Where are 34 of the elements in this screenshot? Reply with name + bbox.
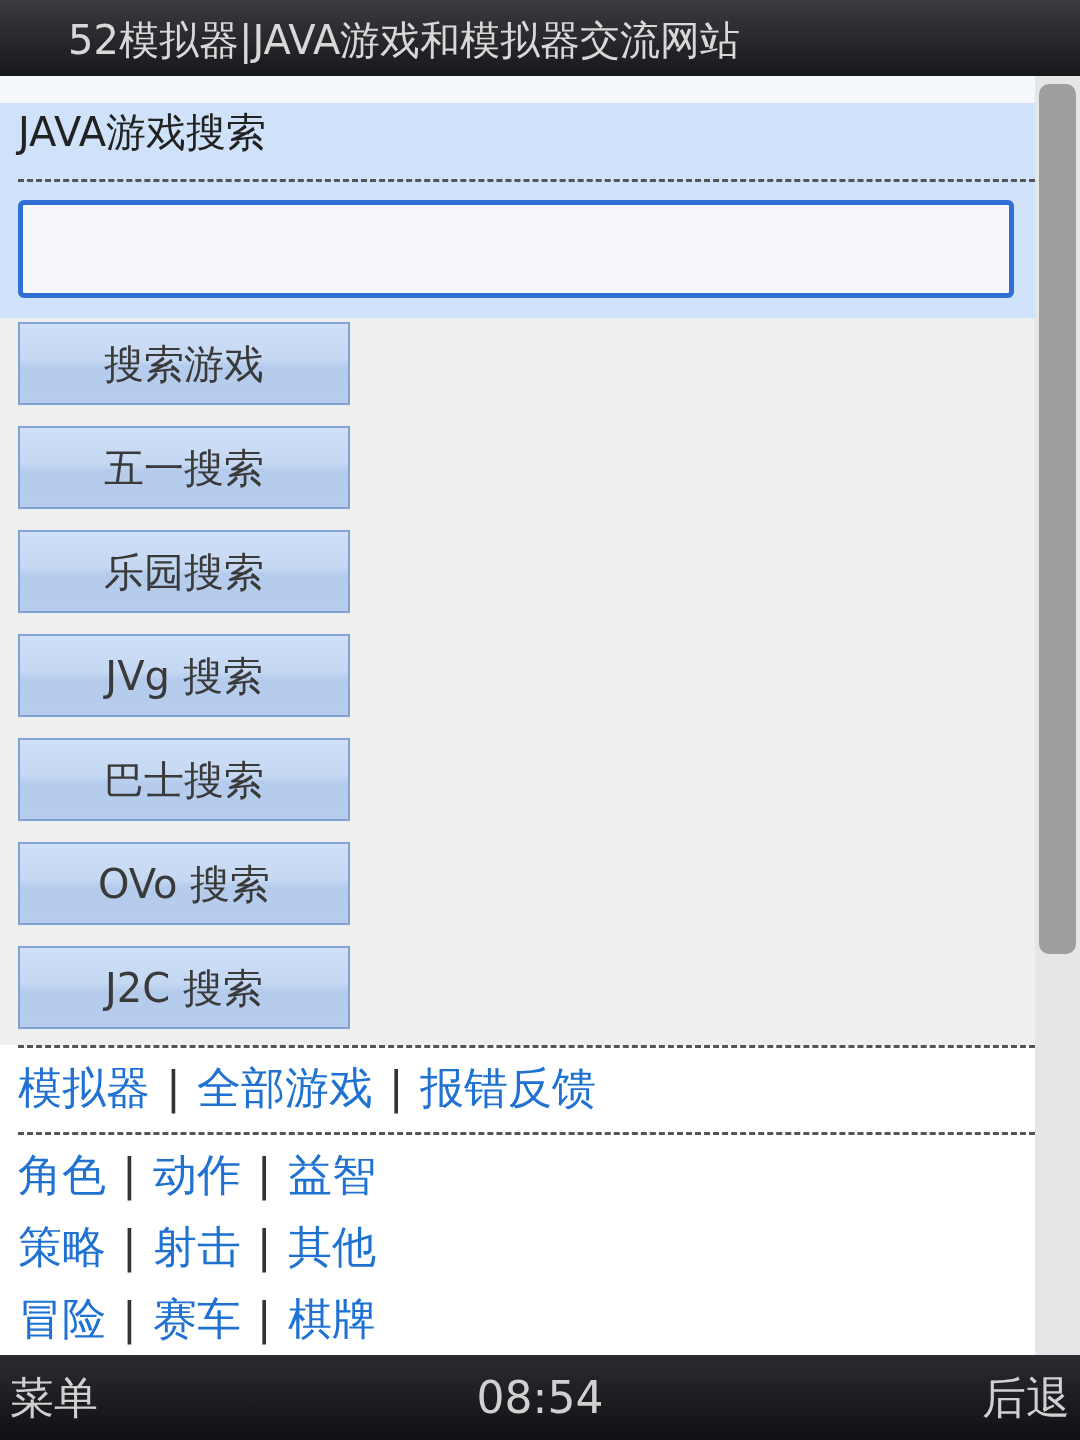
nav-link[interactable]: 模拟器 bbox=[18, 1052, 150, 1124]
separator: | bbox=[256, 1220, 272, 1275]
search-button[interactable]: 巴士搜索 bbox=[18, 738, 350, 821]
nav-link[interactable]: 棋牌 bbox=[287, 1283, 376, 1355]
nav-link[interactable]: 角色 bbox=[18, 1139, 106, 1211]
separator: | bbox=[166, 1061, 181, 1116]
search-button[interactable]: OVo 搜索 bbox=[18, 842, 350, 925]
nav-link[interactable]: 益智 bbox=[287, 1139, 376, 1211]
nav-link[interactable]: 策略 bbox=[18, 1211, 106, 1283]
nav-link[interactable]: 赛车 bbox=[152, 1283, 241, 1355]
search-button[interactable]: 搜索游戏 bbox=[18, 322, 350, 405]
nav-link[interactable]: 射击 bbox=[152, 1211, 241, 1283]
clock: 08:54 bbox=[476, 1370, 604, 1425]
search-field[interactable] bbox=[18, 200, 1014, 298]
separator: | bbox=[122, 1220, 137, 1275]
separator: | bbox=[388, 1061, 404, 1116]
separator: | bbox=[256, 1148, 272, 1203]
search-button[interactable]: J2C 搜索 bbox=[18, 946, 350, 1029]
section-title: JAVA游戏搜索 bbox=[18, 108, 268, 157]
nav-link[interactable]: 其他 bbox=[287, 1211, 376, 1283]
separator: | bbox=[256, 1292, 272, 1347]
search-button[interactable]: 乐园搜索 bbox=[18, 530, 350, 613]
window-title: 52模拟器|JAVA游戏和模拟器交流网站 bbox=[68, 17, 741, 63]
separator: | bbox=[122, 1292, 137, 1347]
search-button[interactable]: JVg 搜索 bbox=[18, 634, 350, 717]
menu-softkey[interactable]: 菜单 bbox=[10, 1364, 98, 1431]
nav-link[interactable]: 冒险 bbox=[18, 1283, 106, 1355]
search-button[interactable]: 五一搜索 bbox=[18, 426, 350, 509]
back-softkey[interactable]: 后退 bbox=[982, 1364, 1070, 1431]
separator: | bbox=[122, 1148, 137, 1203]
nav-link[interactable]: 全部游戏 bbox=[196, 1052, 373, 1124]
nav-link[interactable]: 动作 bbox=[152, 1139, 241, 1211]
scrollbar[interactable] bbox=[1035, 76, 1080, 1355]
nav-link[interactable]: 报错反馈 bbox=[419, 1052, 596, 1124]
